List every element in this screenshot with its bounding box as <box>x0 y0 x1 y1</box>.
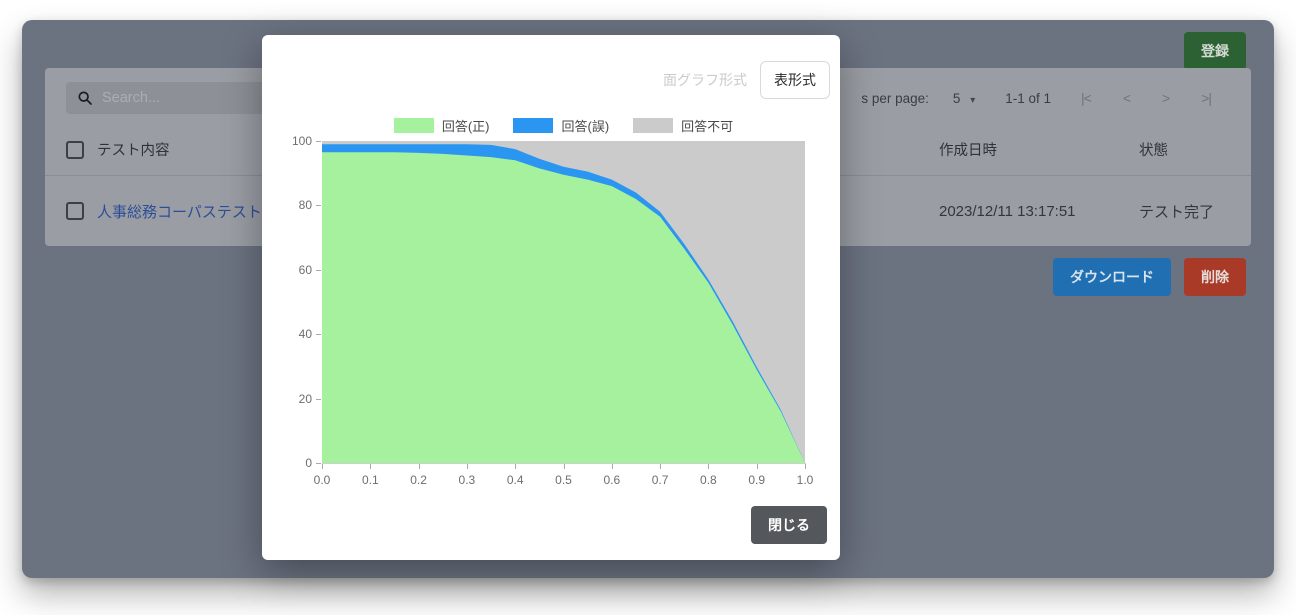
legend-label: 回答不可 <box>681 116 733 135</box>
y-tick-label: 0 <box>262 456 312 470</box>
pagination: s per page: 5 ▾ 1-1 of 1 |< < > >| <box>861 90 1211 106</box>
y-tick-mark <box>316 205 321 206</box>
select-all-checkbox[interactable] <box>66 141 84 159</box>
register-button[interactable]: 登録 <box>1184 32 1246 70</box>
legend-swatch-icon <box>513 118 553 133</box>
page-size-value: 5 <box>953 91 961 106</box>
search-icon <box>77 90 93 106</box>
x-tick-mark <box>660 464 661 469</box>
last-page-button[interactable]: >| <box>1201 90 1211 106</box>
y-tick-mark <box>316 270 321 271</box>
legend-label: 回答(誤) <box>561 116 609 135</box>
legend-swatch-icon <box>394 118 434 133</box>
x-tick-mark <box>467 464 468 469</box>
x-tick-mark <box>515 464 516 469</box>
view-mode-tabs: 面グラフ形式 表形式 <box>650 61 830 99</box>
delete-button[interactable]: 削除 <box>1184 258 1246 296</box>
x-tick-mark <box>805 464 806 469</box>
x-tick-label: 0.0 <box>314 473 331 487</box>
y-tick-mark <box>316 141 321 142</box>
x-tick-label: 0.1 <box>362 473 379 487</box>
y-tick-mark <box>316 334 321 335</box>
rows-per-page-label: s per page: <box>861 91 929 106</box>
x-tick-mark <box>322 464 323 469</box>
download-button[interactable]: ダウンロード <box>1053 258 1171 296</box>
legend-label: 回答(正) <box>442 116 490 135</box>
y-tick-label: 80 <box>262 198 312 212</box>
series-unanswerable-area <box>322 141 805 463</box>
header-created-at: 作成日時 <box>939 139 1139 160</box>
header-status: 状態 <box>1139 139 1251 160</box>
series-wrong-area <box>322 144 805 463</box>
y-tick-label: 40 <box>262 327 312 341</box>
chart-region: 0.0 0.1 0.2 0.3 0.4 0.5 0.6 0.7 0.8 0.9 1.0 100 80 60… <box>262 35 840 560</box>
series-correct-area <box>322 152 805 463</box>
first-page-button[interactable]: |< <box>1081 90 1091 106</box>
test-name-link[interactable]: 人事総務コーパステスト <box>97 204 262 221</box>
close-button[interactable]: 閉じる <box>751 506 827 544</box>
legend-swatch-icon <box>633 118 673 133</box>
x-tick-mark <box>564 464 565 469</box>
x-tick-label: 0.3 <box>459 473 476 487</box>
x-tick-mark <box>708 464 709 469</box>
x-tick-label: 0.5 <box>555 473 572 487</box>
tab-area-chart[interactable]: 面グラフ形式 <box>650 62 760 98</box>
chart-modal: 面グラフ形式 表形式 回答(正)回答(誤)回答不可 0.00.10.20.30.… <box>262 35 840 560</box>
x-tick-mark <box>419 464 420 469</box>
chart-legend: 回答(正) 回答(誤) 回答不可 <box>322 116 805 135</box>
pagination-range: 1-1 of 1 <box>1005 91 1051 106</box>
prev-page-button[interactable]: < <box>1123 90 1130 106</box>
x-tick-label: 0.8 <box>700 473 717 487</box>
x-tick-label: 0.6 <box>603 473 620 487</box>
y-tick-mark <box>316 463 321 464</box>
x-axis-line <box>322 463 806 464</box>
bulk-actions: ダウンロード 削除 <box>1053 258 1246 296</box>
row-checkbox[interactable] <box>66 202 84 220</box>
tab-table-view[interactable]: 表形式 <box>760 61 830 99</box>
legend-item: 回答(誤) <box>513 116 609 135</box>
row-created-at: 2023/12/11 13:17:51 <box>939 203 1139 220</box>
x-tick-label: 0.9 <box>748 473 765 487</box>
y-tick-label: 20 <box>262 392 312 406</box>
legend-item: 回答不可 <box>633 116 733 135</box>
y-tick-mark <box>316 399 321 400</box>
legend-item: 回答(正) <box>394 116 490 135</box>
x-tick-mark <box>757 464 758 469</box>
next-page-button[interactable]: > <box>1162 90 1169 106</box>
x-tick-label: 0.2 <box>410 473 427 487</box>
row-status: テスト完了 <box>1139 201 1251 222</box>
y-tick-label: 100 <box>262 134 312 148</box>
x-tick-label: 1.0 <box>797 473 814 487</box>
page-size-select[interactable]: 5 ▾ <box>953 91 975 106</box>
x-tick-label: 0.7 <box>652 473 669 487</box>
x-tick-mark <box>370 464 371 469</box>
area-chart <box>322 141 805 463</box>
x-tick-mark <box>612 464 613 469</box>
x-tick-label: 0.4 <box>507 473 524 487</box>
caret-down-icon: ▾ <box>970 95 975 106</box>
y-tick-label: 60 <box>262 263 312 277</box>
